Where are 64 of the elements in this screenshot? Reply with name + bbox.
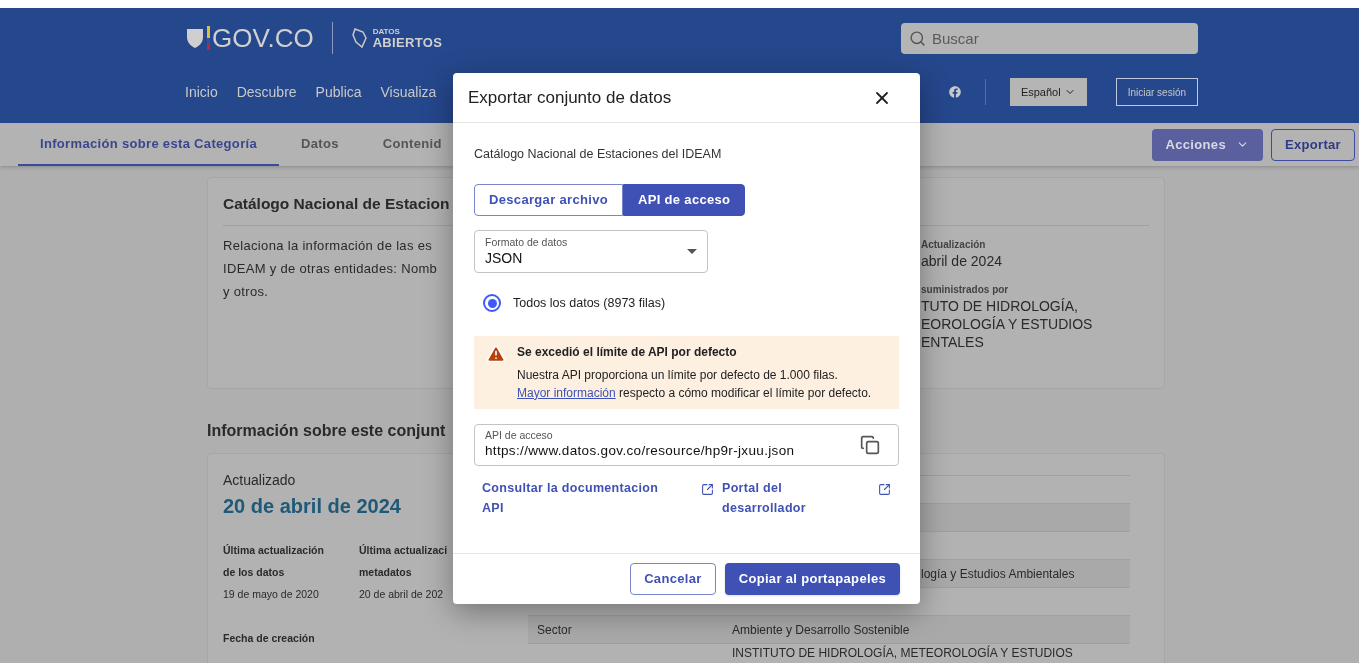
description-line: Relaciona la información de las es [223, 237, 433, 255]
nav-link[interactable]: Inicio [185, 81, 218, 103]
flag-bar-icon [207, 26, 210, 50]
section-title: Información sobre este conjunt [207, 422, 446, 439]
table-cell-text: logía y Estudios Ambientales [921, 565, 1075, 583]
docs-link[interactable]: Portal del desarrollador [722, 477, 842, 518]
date-label: Última actualizaci [359, 543, 448, 558]
caret-icon [687, 248, 697, 254]
map-icon [350, 27, 369, 49]
description-line: IDEAM y de otras entidades: Nomb [223, 260, 438, 278]
date-value: 19 de mayo de 2020 [223, 587, 319, 602]
search-icon [909, 29, 926, 47]
login-button[interactable]: Iniciar sesión [1115, 78, 1198, 106]
nav-link[interactable]: Visualiza [380, 81, 437, 103]
facebook-icon[interactable] [948, 86, 961, 98]
radio-label: Todos los datos (8973 filas) [513, 294, 666, 312]
tab[interactable]: Contenid [360, 123, 464, 166]
created-label: Fecha de creación [223, 631, 315, 646]
brand-text: ABIERTOS [372, 35, 443, 49]
format-select[interactable]: Formato de datos JSON [474, 229, 708, 273]
card-title: Catálogo Nacional de Estacion [223, 193, 450, 214]
tab[interactable]: Información sobre esta Categoría [18, 123, 279, 166]
date-label: de los datos [223, 565, 285, 580]
table-cell: INSTITUTO DE HIDROLOGÍA, METEOROLOGÍA Y ESTUDIOS [732, 646, 1073, 660]
actions-menu-button[interactable]: Acciones [1151, 128, 1263, 161]
search-field[interactable]: Buscar [901, 22, 1198, 54]
field-value: ENTALES [921, 333, 984, 351]
mode-tab[interactable]: API de acceso [623, 183, 746, 216]
field-value: TUTO DE HIDROLOGÍA, [921, 297, 1078, 315]
export-button[interactable]: Exportar [1270, 128, 1355, 161]
shield-icon [185, 27, 205, 49]
external-link-icon[interactable] [701, 482, 714, 496]
copy-button[interactable]: Copiar al portapapeles [724, 563, 900, 595]
radio-button[interactable] [483, 294, 501, 313]
api-url-field[interactable]: API de acceso https://www.datos.gov.co/resource/hp9r-jxuu.json [474, 423, 899, 466]
dialog-title: Exportar conjunto de datos [468, 86, 672, 109]
field-label: Actualización [921, 238, 986, 252]
docs-link[interactable]: Consultar la documentacion API [482, 477, 682, 518]
copy-icon[interactable] [860, 434, 880, 455]
nav-link[interactable]: Descubre [236, 81, 297, 103]
cancel-button[interactable]: Cancelar [630, 563, 716, 595]
alert-title: Se excedió el límite de API por defecto [517, 343, 738, 361]
field-label: suministrados por [921, 283, 1009, 297]
external-link-icon[interactable] [878, 482, 891, 496]
table-cell-text: Ambiente y Desarrollo Sostenible [732, 621, 910, 639]
mode-tab[interactable]: Descargar archivo [474, 183, 623, 216]
date-value: 20 de abril de 202 [359, 587, 444, 602]
field-value: EOROLOGÍA Y ESTUDIOS [921, 315, 1093, 333]
date-label: metadatos [359, 565, 412, 580]
more-info-link[interactable]: Mayor información [517, 385, 616, 400]
alert-body: Nuestra API proporciona un límite por defecto de 1.000 filas. Mayor información respecto a cómo modificar el límite por defecto. [517, 366, 873, 402]
dataset-name: Catálogo Nacional de Estaciones del IDEAM [474, 146, 722, 163]
date-label: Última actualización [223, 543, 324, 558]
description-line: y otros. [223, 283, 269, 301]
logo-text: GOV.CO [212, 25, 314, 51]
updated-date: 20 de abril de 2024 [223, 494, 401, 519]
field-value: abril de 2024 [921, 252, 1002, 270]
updated-label: Actualizado [223, 471, 296, 490]
brand-small-text: DATOS [372, 27, 401, 36]
nav-link[interactable]: Publica [315, 81, 362, 103]
tab[interactable]: Datos [279, 123, 361, 166]
warning-icon [486, 343, 506, 364]
table-cell-text: Sector [537, 621, 572, 639]
language-dropdown[interactable]: Español [1009, 78, 1087, 106]
